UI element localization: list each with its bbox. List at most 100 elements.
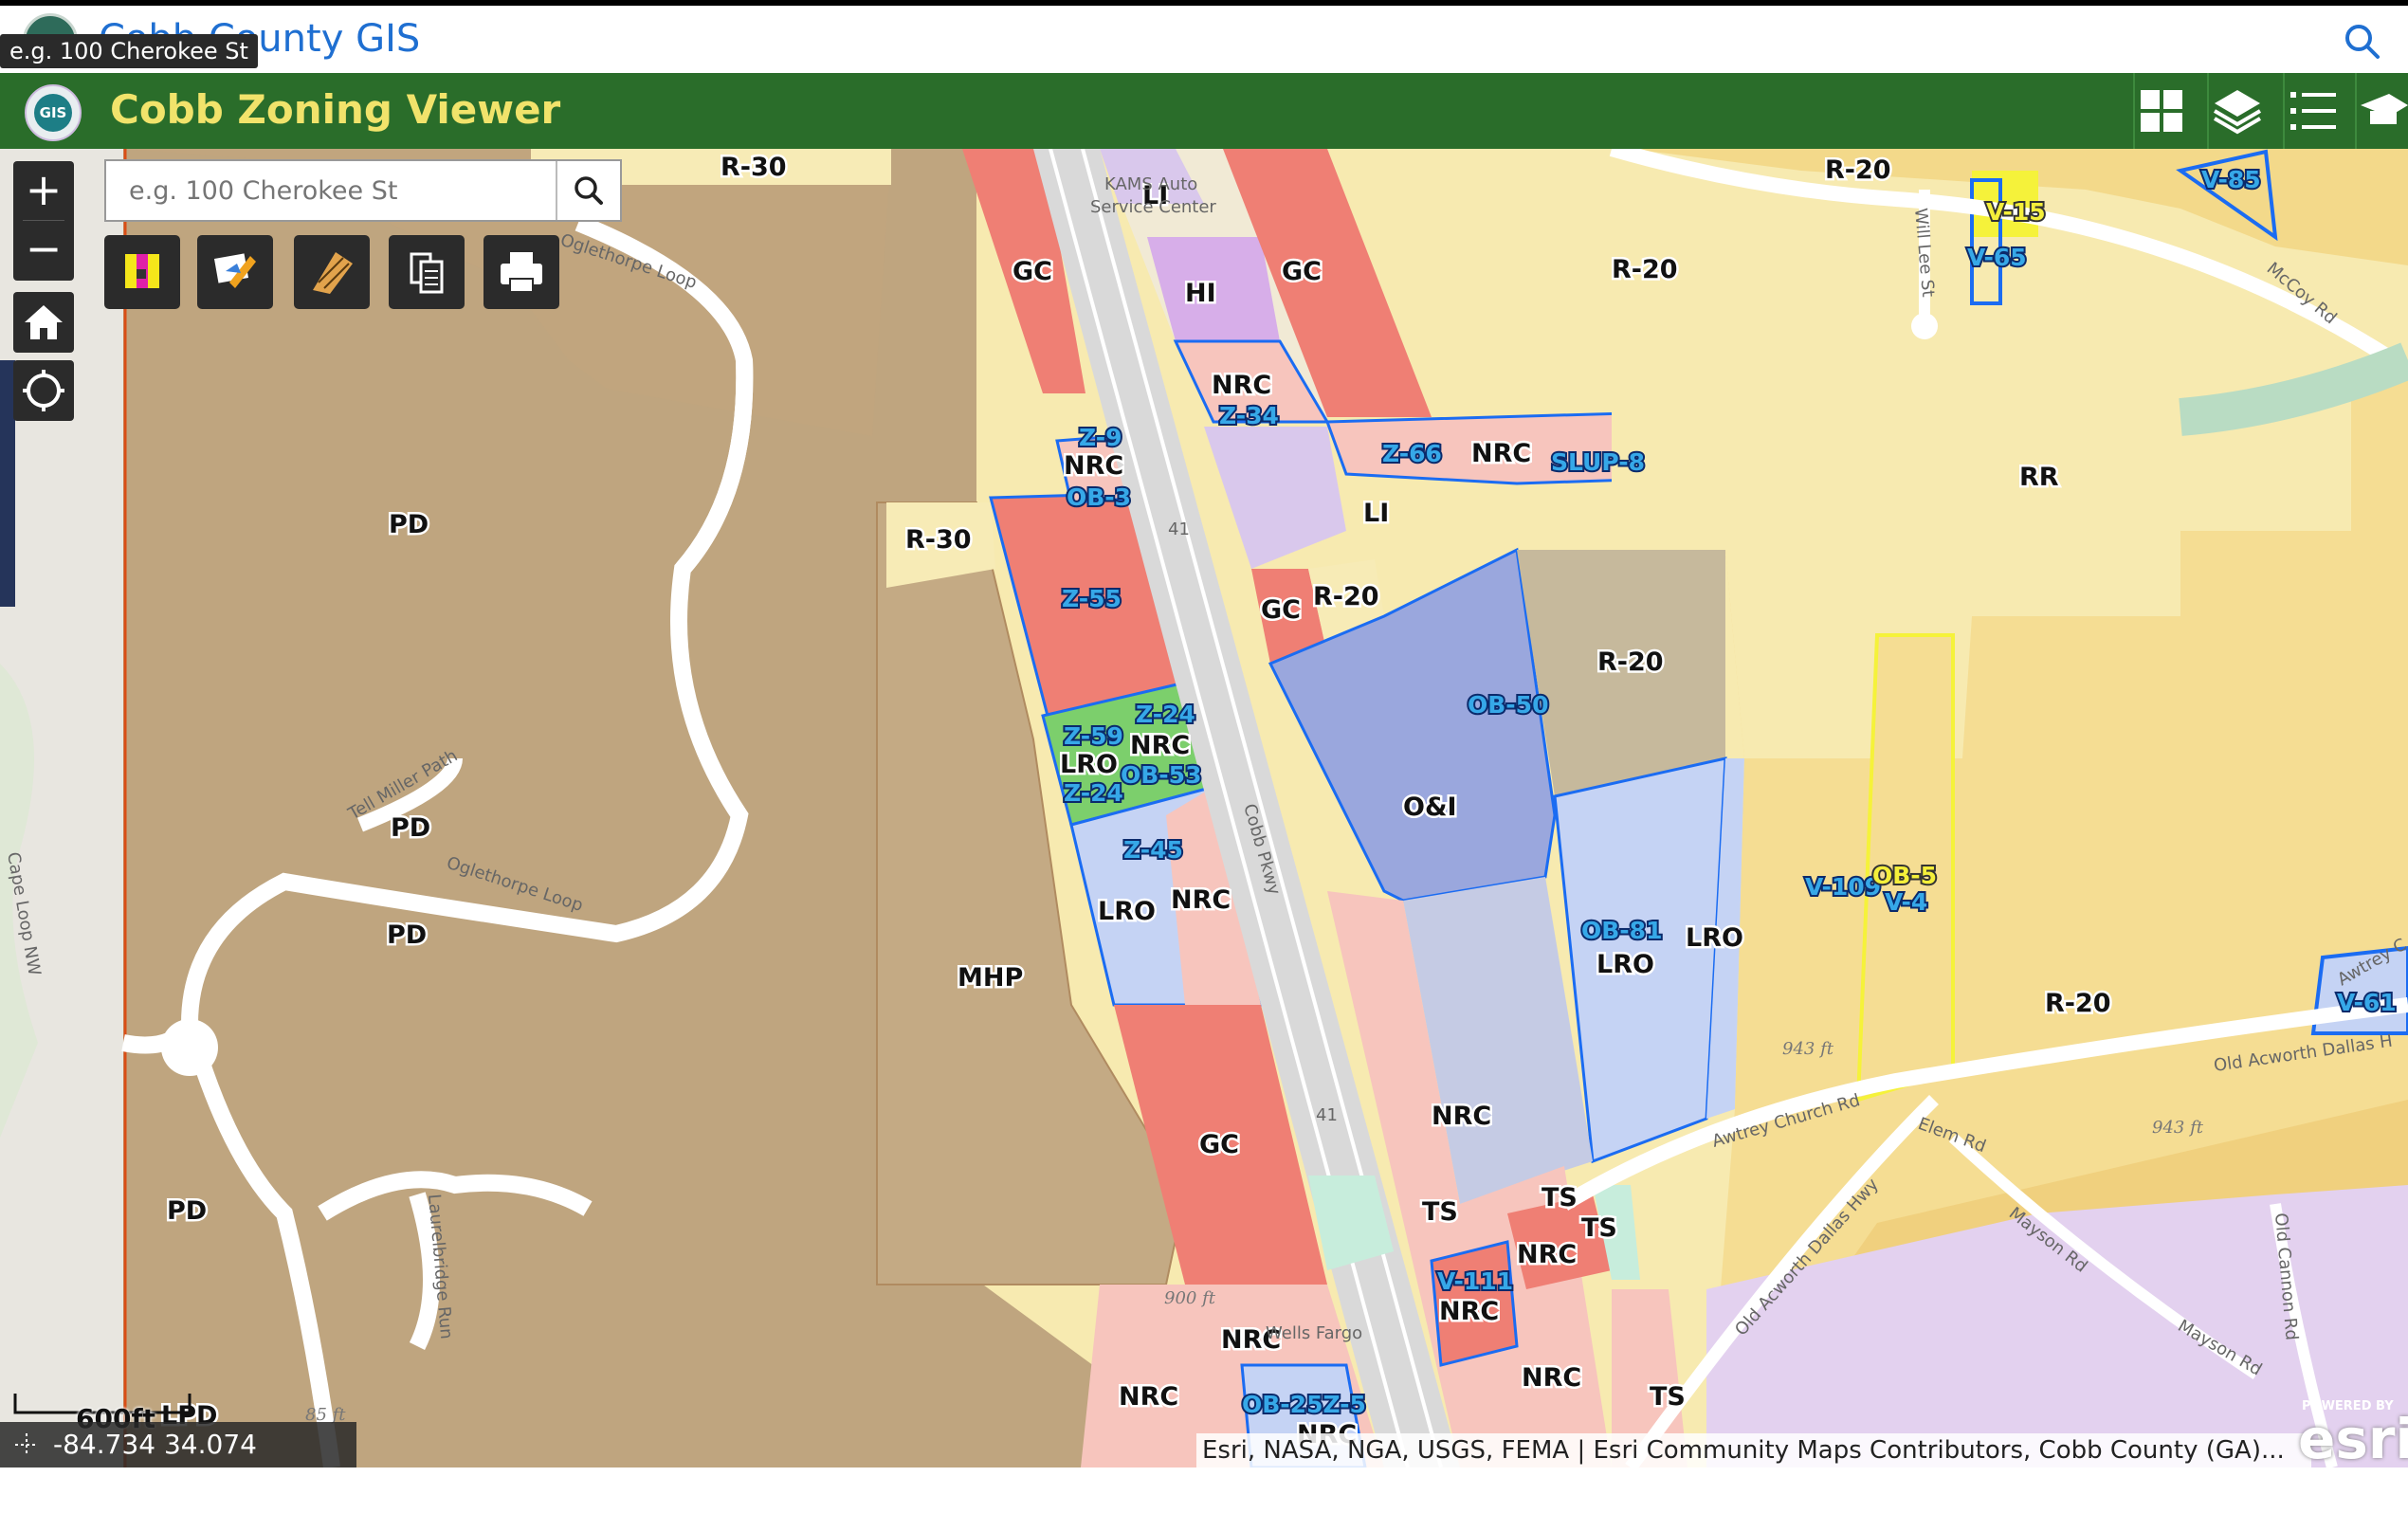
- zone-label[interactable]: GC: [1011, 255, 1055, 289]
- road-label: Mayson Rd: [2175, 1316, 2266, 1380]
- survey-tool[interactable]: [294, 235, 370, 309]
- edit-tool[interactable]: [197, 235, 273, 309]
- zone-label[interactable]: LRO: [1595, 948, 1657, 982]
- app-title: Cobb Zoning Viewer: [110, 86, 561, 133]
- zone-label[interactable]: GC: [1259, 593, 1304, 628]
- zone-label[interactable]: PD: [165, 1194, 210, 1229]
- zone-label[interactable]: LRO: [1684, 921, 1746, 956]
- zone-label[interactable]: Z-34: [1217, 400, 1281, 431]
- zone-label[interactable]: LRO: [1096, 895, 1158, 929]
- zone-label[interactable]: V-15: [1984, 196, 2048, 228]
- zone-label[interactable]: TS: [1579, 1212, 1620, 1246]
- layers-icon[interactable]: [2209, 82, 2266, 139]
- spot-height: 943 ft: [2152, 1118, 2204, 1138]
- zone-label[interactable]: V-85: [2199, 164, 2263, 195]
- color-palette-icon: [125, 254, 159, 288]
- zone-label[interactable]: NRC: [1169, 884, 1233, 918]
- zone-label[interactable]: GC: [1197, 1128, 1242, 1162]
- zone-label[interactable]: R-30: [719, 151, 790, 185]
- zone-label[interactable]: V-109: [1803, 871, 1883, 902]
- zone-label[interactable]: RR: [2017, 461, 2062, 495]
- search-button[interactable]: [556, 161, 620, 220]
- locate-icon: [23, 370, 64, 411]
- zone-label[interactable]: V-111: [1435, 1266, 1515, 1297]
- road-label: Oglethorpe Loop: [557, 230, 699, 293]
- zone-label[interactable]: Z-59: [1062, 720, 1125, 752]
- zone-label[interactable]: OB-53: [1119, 759, 1203, 791]
- road-label: Cape Loop NW: [3, 850, 45, 977]
- locate-button[interactable]: [13, 360, 74, 421]
- zone-label[interactable]: OB-81: [1579, 915, 1664, 946]
- zone-label[interactable]: NRC: [1430, 1100, 1494, 1134]
- zoom-out-button[interactable]: −: [13, 220, 74, 279]
- zone-label[interactable]: NRC: [1437, 1295, 1502, 1329]
- zone-label[interactable]: Z-24: [1134, 699, 1197, 730]
- zone-label[interactable]: LI: [1361, 497, 1392, 531]
- zone-label[interactable]: R-20: [1311, 580, 1382, 614]
- legend-list-icon[interactable]: [2285, 82, 2342, 139]
- zone-label[interactable]: Z-9: [1077, 422, 1123, 453]
- road-label: Cobb Pkwy: [1239, 802, 1285, 898]
- edit-pen-icon: [213, 253, 256, 288]
- zone-label[interactable]: Z-45: [1122, 834, 1185, 866]
- zone-label[interactable]: GC: [1280, 255, 1324, 289]
- coordinate-text: -84.734 34.074 Degrees: [53, 1429, 257, 1505]
- road-label: Old Acworth Dallas H: [2213, 1031, 2394, 1076]
- zone-label[interactable]: O&I: [1401, 791, 1460, 825]
- zone-label[interactable]: PD: [389, 811, 433, 846]
- zone-label[interactable]: R-20: [1610, 253, 1681, 287]
- zone-label[interactable]: Z-55: [1060, 583, 1123, 614]
- zone-label[interactable]: HI: [1183, 277, 1219, 311]
- color-palette-tool[interactable]: [104, 235, 180, 309]
- road-label: Old Cannon Rd: [2271, 1212, 2302, 1341]
- home-icon: [25, 305, 63, 339]
- zoom-in-button[interactable]: +: [13, 161, 74, 220]
- zone-label[interactable]: OB-25Z-5: [1240, 1389, 1368, 1420]
- road-label: Awtrey Church Rd: [1710, 1090, 1863, 1152]
- zone-label[interactable]: R-20: [1596, 646, 1667, 680]
- graduation-cap-icon[interactable]: [2357, 82, 2408, 139]
- map-labels: R-30 LI GC GC HI R-20 R-20 V-15 V-65 V-8…: [3, 151, 2408, 1452]
- search-tooltip: e.g. 100 Cherokee St: [0, 34, 258, 68]
- zoning-map[interactable]: R-30 LI GC GC HI R-20 R-20 V-15 V-65 V-8…: [0, 149, 2408, 1467]
- zone-label[interactable]: SLUP-8: [1549, 447, 1647, 478]
- address-search-input[interactable]: [106, 161, 557, 220]
- zone-label[interactable]: V-65: [1965, 242, 2029, 273]
- zone-label[interactable]: NRC: [1515, 1238, 1579, 1272]
- zone-label[interactable]: OB-5: [1870, 860, 1939, 891]
- zone-label[interactable]: V-61: [2335, 987, 2399, 1018]
- address-search-box: [104, 159, 622, 222]
- print-tool[interactable]: [483, 235, 559, 309]
- zone-label[interactable]: MHP: [956, 961, 1026, 995]
- search-icon[interactable]: [2342, 21, 2383, 63]
- zone-label[interactable]: NRC: [1062, 449, 1126, 483]
- zone-label[interactable]: R-30: [903, 523, 975, 557]
- home-button[interactable]: [13, 292, 74, 353]
- poi-label: KAMS Auto: [1104, 174, 1197, 194]
- crosshair-icon[interactable]: [13, 1431, 40, 1458]
- survey-drawing-icon: [313, 252, 353, 294]
- zone-label[interactable]: LRO: [1058, 748, 1121, 782]
- site-top-bar: Cobb County GIS: [0, 0, 2408, 73]
- zone-label[interactable]: PD: [387, 508, 431, 542]
- zone-label[interactable]: Z-66: [1380, 438, 1444, 469]
- zone-label[interactable]: R-20: [1823, 154, 1894, 188]
- zone-label[interactable]: R-20: [2043, 987, 2114, 1021]
- zone-label[interactable]: NRC: [1117, 1380, 1181, 1414]
- coordinate-readout: -84.734 34.074 Degrees: [0, 1422, 356, 1505]
- zone-label[interactable]: PD: [385, 919, 429, 953]
- zone-label[interactable]: OB-3: [1065, 482, 1133, 513]
- zone-label[interactable]: OB-50: [1466, 689, 1550, 720]
- zone-label[interactable]: V-4: [1883, 886, 1929, 918]
- grid-icon[interactable]: [2133, 82, 2190, 139]
- zone-label[interactable]: NRC: [1128, 729, 1193, 763]
- zone-label[interactable]: TS: [1648, 1380, 1688, 1414]
- zone-label[interactable]: NRC: [1520, 1361, 1584, 1395]
- zone-label[interactable]: Z-24: [1062, 777, 1125, 809]
- zone-label[interactable]: NRC: [1210, 369, 1274, 403]
- documents-tool[interactable]: [389, 235, 465, 309]
- zone-label[interactable]: TS: [1420, 1195, 1461, 1230]
- zone-label[interactable]: TS: [1540, 1181, 1580, 1215]
- zone-label[interactable]: NRC: [1469, 437, 1534, 471]
- road-label: McCoy Rd: [2263, 259, 2341, 329]
